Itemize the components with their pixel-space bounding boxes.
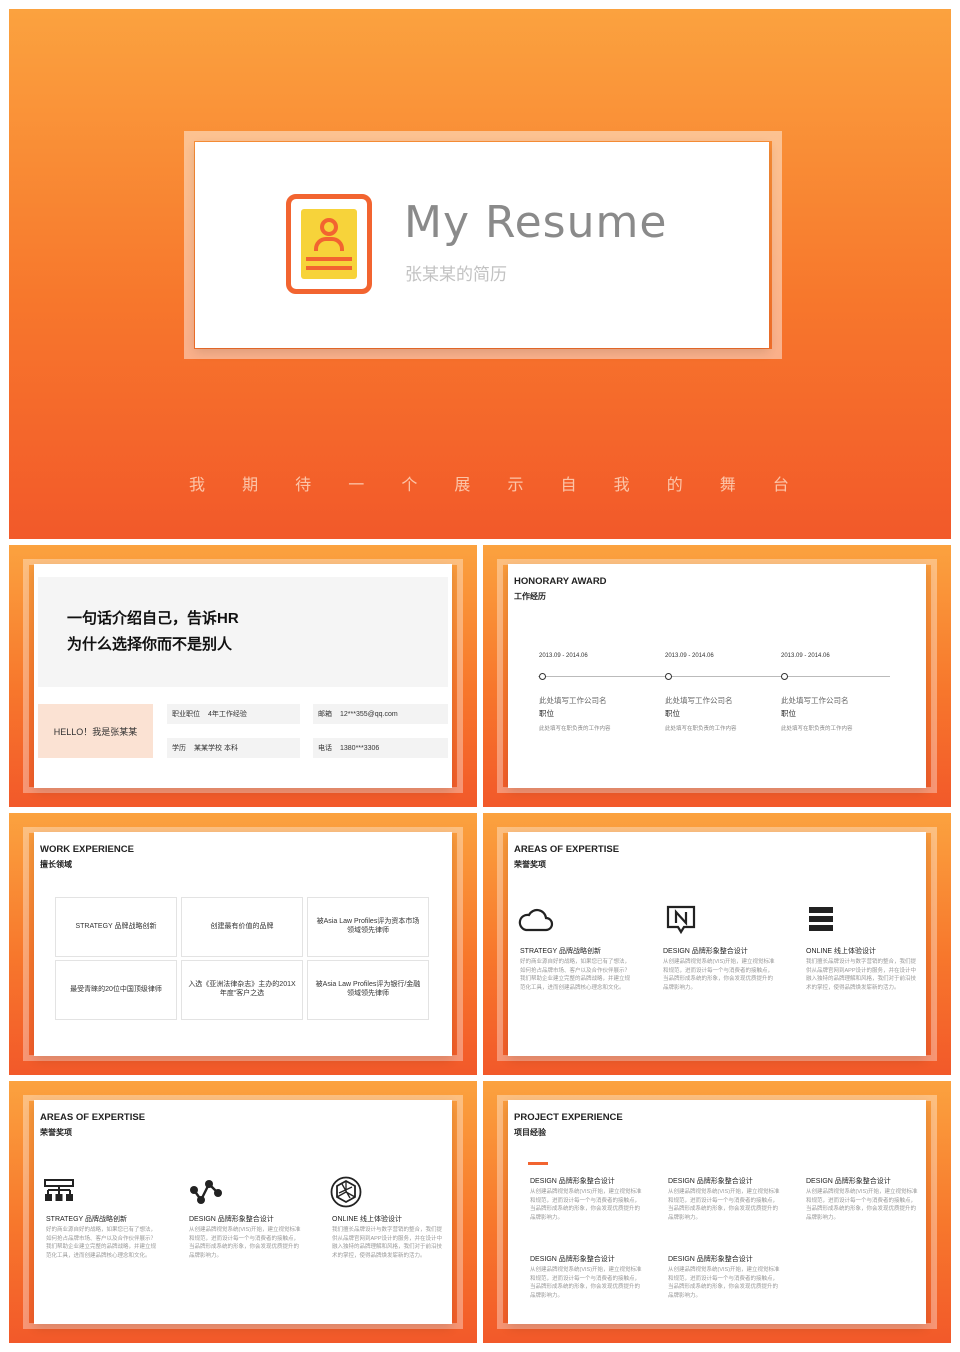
- timeline-company: 此处填写工作公司名: [781, 696, 849, 705]
- feature-desc: 好的商业源自好的战略，如果您已有了想法，如何抢占品牌市场、客户以及合作伙伴展示？…: [520, 959, 631, 991]
- slide-heading: AREAS OF EXPERTISE: [514, 844, 620, 855]
- tagline-char: 期: [242, 477, 259, 494]
- timeline-desc: 此处填写在职负责的工作内容: [781, 726, 853, 732]
- project-title: DESIGN 品牌形象整合设计: [668, 1256, 753, 1263]
- timeline-desc: 此处填写在职负责的工作内容: [539, 726, 611, 732]
- hexagon-icon: [330, 1176, 362, 1208]
- cover-slide: My Resume 张某某的简历 我 期 待 一 个 展 示 自 我 的 舞 台: [9, 9, 951, 539]
- sitemap-icon: [44, 1179, 74, 1201]
- feature-title: STRATEGY 品牌战略创新: [520, 948, 602, 955]
- project-card: PROJECT EXPERIENCE 项目经验 DESIGN 品牌形象整合设计 …: [508, 1100, 926, 1324]
- project-desc: 从创建品牌视觉系统(VIS)开始，建立视觉标准和规范，进而设计每一个与消费者的接…: [530, 1189, 642, 1221]
- feature-desc: 好的商业源自好的战略，如果您已有了想法，如何抢占品牌市场、客户以及合作伙伴展示？…: [46, 1227, 157, 1259]
- work-slide: WORK EXPERIENCE 擅长领域 STRATEGY 品牌战略创新 创建最…: [9, 813, 477, 1075]
- cover-tagline: 我 期 待 一 个 展 示 自 我 的 舞 台: [189, 471, 789, 495]
- intro-headline-box: 一句话介绍自己，告诉HR 为什么选择你而不是别人: [38, 577, 448, 687]
- work-card: WORK EXPERIENCE 擅长领域 STRATEGY 品牌战略创新 创建最…: [34, 832, 452, 1056]
- feature-desc: 从创建品牌视觉系统(VIS)开始，建立视觉标准和规范，进而设计每一个与消费者的接…: [663, 959, 775, 991]
- timeline-dot: [539, 673, 546, 680]
- feature-title: ONLINE 线上体验设计: [332, 1216, 403, 1223]
- expertise-cell: 最受青睐的20位中国顶级律师: [55, 960, 177, 1020]
- honorary-slide: HONORARY AWARD 工作经历 2013.09 - 2014.06 此处…: [483, 545, 951, 807]
- expertise-cell: 被Asia Law Profiles评为银行/金融领域领先律师: [307, 960, 429, 1020]
- project-title: DESIGN 品牌形象整合设计: [530, 1178, 615, 1185]
- slide-subheading: 荣誉奖项: [40, 1128, 72, 1137]
- slide-subheading: 荣誉奖项: [514, 860, 546, 869]
- tagline-char: 我: [613, 477, 630, 494]
- tagline-char: 示: [507, 477, 524, 494]
- timeline-desc: 此处填写在职负责的工作内容: [665, 726, 737, 732]
- timeline-company: 此处填写工作公司名: [665, 696, 733, 705]
- list-icon: [809, 907, 833, 931]
- feature-desc: 我们擅长品牌设计与数字营销的整合，我们提供从品牌官网到APP设计的服务，并在设计…: [806, 959, 917, 991]
- hello-badge: HELLO！我是张某某: [38, 704, 153, 758]
- feature-title: ONLINE 线上体验设计: [806, 948, 877, 955]
- slide-heading: HONORARY AWARD: [514, 576, 607, 587]
- info-email: 邮箱 12***355@qq.com: [313, 704, 448, 724]
- timeline-position: 职位: [665, 709, 680, 718]
- timeline-position: 职位: [539, 709, 554, 718]
- honorary-card: HONORARY AWARD 工作经历 2013.09 - 2014.06 此处…: [508, 564, 926, 788]
- tagline-char: 一: [348, 477, 365, 494]
- intro-slide: 一句话介绍自己，告诉HR 为什么选择你而不是别人 HELLO！我是张某某 职业职…: [9, 545, 477, 807]
- feature-title: DESIGN 品牌形象整合设计: [189, 1216, 274, 1223]
- tagline-char: 待: [295, 477, 312, 494]
- project-title: DESIGN 品牌形象整合设计: [806, 1178, 891, 1185]
- cloud-icon: [518, 908, 554, 932]
- timeline-company: 此处填写工作公司名: [539, 696, 607, 705]
- intro-card: 一句话介绍自己，告诉HR 为什么选择你而不是别人 HELLO！我是张某某 职业职…: [34, 564, 452, 788]
- feature-title: STRATEGY 品牌战略创新: [46, 1216, 128, 1223]
- project-title: DESIGN 品牌形象整合设计: [668, 1178, 753, 1185]
- areas-slide-1: AREAS OF EXPERTISE 荣誉奖项 STRATEGY 品牌战略创新 …: [483, 813, 951, 1075]
- cover-title: My Resume: [404, 197, 668, 248]
- tagline-char: 的: [666, 477, 683, 494]
- timeline-position: 职位: [781, 709, 796, 718]
- expertise-cell: 入选《亚洲法律杂志》主办的201X年度“客户之选: [181, 960, 303, 1020]
- intro-headline-1: 一句话介绍自己，告诉HR: [67, 610, 239, 627]
- info-job: 职业职位 4年工作经验: [167, 704, 300, 724]
- chat-n-icon: [666, 905, 696, 935]
- slide-subheading: 擅长领域: [40, 860, 72, 869]
- tagline-char: 舞: [719, 477, 736, 494]
- timeline-line: [538, 676, 890, 677]
- project-desc: 从创建品牌视觉系统(VIS)开始，建立视觉标准和规范，进而设计每一个与消费者的接…: [530, 1267, 642, 1299]
- slide-heading: PROJECT EXPERIENCE: [514, 1112, 623, 1123]
- areas-card-2: AREAS OF EXPERTISE 荣誉奖项 STRATEGY 品牌战略创新 …: [34, 1100, 452, 1324]
- areas-slide-2: AREAS OF EXPERTISE 荣誉奖项 STRATEGY 品牌战略创新 …: [9, 1081, 477, 1343]
- resume-icon: [286, 194, 372, 294]
- share-icon: [190, 1180, 222, 1204]
- accent-bar: [528, 1162, 548, 1165]
- project-slide: PROJECT EXPERIENCE 项目经验 DESIGN 品牌形象整合设计 …: [483, 1081, 951, 1343]
- slide-heading: AREAS OF EXPERTISE: [40, 1112, 146, 1123]
- expertise-cell: 被Asia Law Profiles评为资本市场领域领先律师: [307, 897, 429, 957]
- feature-desc: 从创建品牌视觉系统(VIS)开始，建立视觉标准和规范，进而设计每一个与消费者的接…: [189, 1227, 301, 1259]
- timeline-dot: [665, 673, 672, 680]
- feature-title: DESIGN 品牌形象整合设计: [663, 948, 748, 955]
- tagline-char: 展: [454, 477, 471, 494]
- slide-heading: WORK EXPERIENCE: [40, 844, 134, 855]
- feature-desc: 我们擅长品牌设计与数字营销的整合，我们提供从品牌官网到APP设计的服务，并在设计…: [332, 1227, 443, 1259]
- expertise-cell: 创建最有价值的品牌: [181, 897, 303, 957]
- slide-subheading: 项目经验: [514, 1128, 546, 1137]
- timeline-date: 2013.09 - 2014.06: [781, 653, 830, 659]
- project-desc: 从创建品牌视觉系统(VIS)开始，建立视觉标准和规范，进而设计每一个与消费者的接…: [668, 1267, 780, 1299]
- tagline-char: 我: [189, 477, 206, 494]
- timeline-date: 2013.09 - 2014.06: [539, 653, 588, 659]
- info-education: 学历 某某学校 本科: [167, 738, 300, 758]
- cover-subtitle: 张某某的简历: [405, 265, 507, 284]
- slide-subheading: 工作经历: [514, 592, 546, 601]
- areas-card-1: AREAS OF EXPERTISE 荣誉奖项 STRATEGY 品牌战略创新 …: [508, 832, 926, 1056]
- tagline-char: 台: [772, 477, 789, 494]
- project-title: DESIGN 品牌形象整合设计: [530, 1256, 615, 1263]
- cover-card: My Resume 张某某的简历: [195, 142, 769, 348]
- project-desc: 从创建品牌视觉系统(VIS)开始，建立视觉标准和规范，进而设计每一个与消费者的接…: [668, 1189, 780, 1221]
- intro-headline-2: 为什么选择你而不是别人: [67, 636, 233, 653]
- timeline-date: 2013.09 - 2014.06: [665, 653, 714, 659]
- project-desc: 从创建品牌视觉系统(VIS)开始，建立视觉标准和规范，进而设计每一个与消费者的接…: [806, 1189, 918, 1221]
- tagline-char: 个: [401, 477, 418, 494]
- tagline-char: 自: [560, 477, 577, 494]
- info-phone: 电话 1380***3306: [313, 738, 448, 758]
- timeline-dot: [781, 673, 788, 680]
- expertise-cell: STRATEGY 品牌战略创新: [55, 897, 177, 957]
